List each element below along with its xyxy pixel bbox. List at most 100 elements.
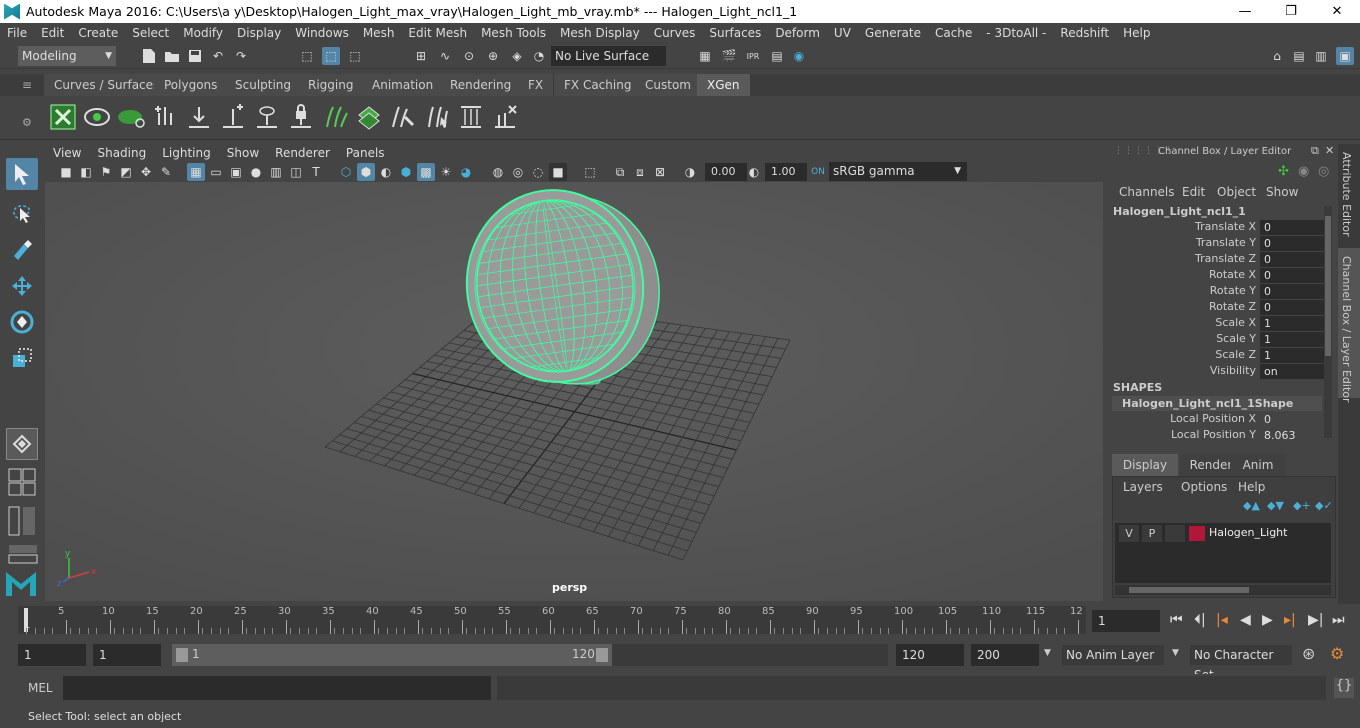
tab-curves-surfaces[interactable]: Curves / Surfaces — [44, 74, 171, 96]
snap-live-icon[interactable]: ◔ — [530, 47, 548, 65]
hyper-icon[interactable]: ◎ — [1318, 164, 1329, 179]
range-end-handle[interactable] — [596, 648, 608, 662]
grease-pencil-icon[interactable]: ✎ — [157, 163, 175, 181]
menu-mesh[interactable]: Mesh — [356, 26, 402, 40]
anim-layer-dropdown[interactable]: No Anim Layer — [1062, 645, 1164, 665]
xgen-add-curve-icon[interactable] — [218, 102, 248, 132]
xgen-select-icon[interactable] — [422, 102, 452, 132]
tab-fx[interactable]: FX — [518, 74, 555, 96]
undo-icon[interactable]: ↶ — [209, 47, 227, 65]
menu-modify[interactable]: Modify — [176, 26, 230, 40]
lasso-tool-icon[interactable] — [6, 196, 38, 228]
camera-attr-icon[interactable]: ◧ — [77, 163, 95, 181]
anim-prefs-icon[interactable]: ⚙ — [1330, 644, 1344, 663]
chevron-down-icon[interactable]: ▼ — [1044, 648, 1051, 658]
channelbox-toggle-icon[interactable]: ▣ — [1336, 47, 1354, 65]
attr-translate-x[interactable]: Translate X0 — [1108, 220, 1336, 236]
tab-rendering[interactable]: Rendering — [440, 74, 523, 96]
playback-start-field[interactable]: 1 — [93, 644, 161, 666]
next-key-icon[interactable]: ▸| — [1284, 612, 1296, 628]
view-transform-dropdown[interactable]: sRGB gamma ▼ — [829, 162, 967, 181]
snap-point-icon[interactable]: ⊙ — [460, 47, 478, 65]
xgen-lock-icon[interactable] — [286, 102, 316, 132]
persp-graph-layout-icon[interactable] — [8, 544, 38, 567]
viewport-scene[interactable]: y x z persp — [45, 182, 1103, 601]
vp-menu-panels[interactable]: Panels — [338, 146, 393, 160]
attr-local-position-x[interactable]: Local Position X0 — [1108, 412, 1336, 428]
menu-deform[interactable]: Deform — [768, 26, 827, 40]
attr-rotate-y[interactable]: Rotate Y0 — [1108, 284, 1336, 300]
xray-active-icon[interactable]: ⧈ — [631, 163, 649, 181]
default-material-icon[interactable]: ⬢ — [397, 163, 415, 181]
attr-visibility[interactable]: Visibility on — [1108, 364, 1336, 380]
select-component-icon[interactable]: ⬚ — [346, 47, 364, 65]
cb-menu-show[interactable]: Show — [1266, 185, 1298, 199]
tab-custom[interactable]: Custom — [635, 74, 702, 96]
color-management-icon[interactable]: ON — [809, 163, 827, 181]
select-tool-icon[interactable] — [6, 158, 38, 190]
new-layer-selected-icon[interactable]: ◆✓ — [1315, 499, 1333, 512]
textured-icon[interactable]: ▩ — [417, 163, 435, 181]
exposure-field[interactable]: 0.00 — [705, 163, 747, 181]
menu-3dtoall[interactable]: - 3DtoAll - — [979, 26, 1053, 40]
xgen-guide-down-icon[interactable] — [184, 102, 214, 132]
grid-toggle-icon[interactable]: ▦ — [187, 163, 205, 181]
select-object-icon[interactable]: ⬚ — [322, 47, 340, 65]
save-scene-icon[interactable] — [186, 47, 204, 65]
step-back-icon[interactable]: ⏴︎| — [1194, 612, 1206, 628]
tab-sculpting[interactable]: Sculpting — [225, 74, 303, 96]
menu-surfaces[interactable]: Surfaces — [702, 26, 768, 40]
cb-scroll-thumb[interactable] — [1325, 216, 1331, 356]
close-panel-icon[interactable]: ✕ — [1325, 144, 1334, 157]
wireframe-on-shaded-icon[interactable]: ◐ — [377, 163, 395, 181]
vp-menu-shading[interactable]: Shading — [89, 146, 154, 160]
snap-view-icon[interactable]: ⊕ — [484, 47, 502, 65]
gamma-icon[interactable]: ◐ — [745, 163, 763, 181]
tab-animation[interactable]: Animation — [362, 74, 445, 96]
mode-dropdown[interactable]: Modeling ▼ — [18, 46, 116, 66]
cb-menu-edit[interactable]: Edit — [1182, 185, 1205, 199]
attr-scale-y[interactable]: Scale Y1 — [1108, 332, 1336, 348]
close-button[interactable]: ✕ — [1314, 0, 1360, 23]
menu-select[interactable]: Select — [125, 26, 176, 40]
script-editor-icon[interactable]: {} — [1334, 678, 1354, 698]
resolution-gate-icon[interactable]: ▣ — [227, 163, 245, 181]
gate-mask-icon[interactable]: ● — [247, 163, 265, 181]
xgen-delete-icon[interactable] — [490, 102, 520, 132]
four-view-layout-icon[interactable] — [8, 468, 38, 501]
vp-menu-show[interactable]: Show — [219, 146, 267, 160]
xgen-sculpt-icon[interactable] — [388, 102, 418, 132]
xgen-editor-icon[interactable] — [48, 102, 78, 132]
channelbox-layer-tab[interactable]: Channel Box / Layer Editor — [1340, 256, 1353, 403]
range-bar[interactable]: 1 120 — [172, 644, 612, 666]
gamma-field[interactable]: 1.00 — [765, 163, 807, 181]
attribute-toggle-icon[interactable]: ▥ — [1312, 47, 1330, 65]
redo-icon[interactable]: ↷ — [232, 47, 250, 65]
go-to-start-icon[interactable]: ⏮ — [1170, 612, 1183, 628]
safe-title-icon[interactable]: T — [307, 163, 325, 181]
single-view-layout-icon[interactable] — [6, 428, 38, 460]
isolate-select-icon[interactable]: ⬚ — [581, 163, 599, 181]
layer-row-halogen[interactable]: V P Halogen_Light — [1117, 525, 1329, 543]
layer-playback-toggle[interactable]: P — [1142, 525, 1162, 542]
select-hierarchy-icon[interactable]: ⬚ — [298, 47, 316, 65]
prev-key-icon[interactable]: |◂ — [1216, 612, 1228, 628]
film-gate-icon[interactable]: ▭ — [207, 163, 225, 181]
anti-alias-icon[interactable]: ◌ — [529, 163, 547, 181]
command-input[interactable] — [63, 676, 491, 700]
menu-help[interactable]: Help — [1116, 26, 1157, 40]
snap-curve-icon[interactable]: ∿ — [436, 47, 454, 65]
step-forward-icon[interactable]: ▶| — [1308, 612, 1323, 628]
menu-edit-mesh[interactable]: Edit Mesh — [401, 26, 474, 40]
menu-edit[interactable]: Edit — [34, 26, 71, 40]
ipr-render-icon[interactable]: IPR — [744, 47, 762, 65]
depth-of-field-icon[interactable]: ■ — [549, 163, 567, 181]
xgen-preview-icon[interactable] — [82, 102, 112, 132]
bookmark-icon[interactable]: ⚑ — [97, 163, 115, 181]
float-panel-icon[interactable]: ⧉ — [1311, 144, 1319, 158]
layer-tab-anim[interactable]: Anim — [1230, 454, 1286, 476]
shape-row[interactable]: Halogen_Light_ncl1_1Shape — [1112, 396, 1322, 411]
manipulator-icon[interactable]: ✣ — [1278, 164, 1289, 179]
xray-icon[interactable]: ⧉ — [611, 163, 629, 181]
exposure-icon[interactable]: ◑ — [681, 163, 699, 181]
